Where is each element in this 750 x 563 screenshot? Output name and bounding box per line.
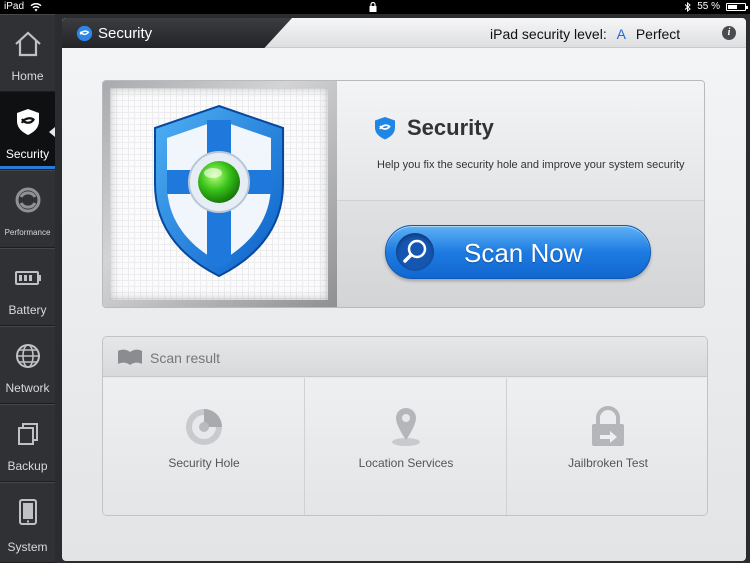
- hero-description: Help you fix the security hole and impro…: [377, 159, 685, 171]
- result-cell-location-services[interactable]: Location Services: [305, 378, 507, 515]
- shield-icon: [16, 109, 39, 135]
- security-logo-icon: [375, 117, 395, 140]
- sidebar-item-label: Battery: [8, 303, 47, 317]
- device-name: iPad: [4, 1, 25, 12]
- tab-security[interactable]: Security: [62, 18, 292, 48]
- scan-result-header: Scan result: [103, 337, 707, 377]
- sidebar-item-system[interactable]: System: [0, 482, 55, 563]
- sidebar: Home Security Performance Battery Networ…: [0, 14, 55, 563]
- scan-result-title: Scan result: [150, 350, 221, 366]
- tab-title: Security: [98, 25, 153, 42]
- status-bar: iPad 55 %: [0, 0, 750, 14]
- result-cell-security-hole[interactable]: Security Hole: [103, 378, 305, 515]
- hero-info: Security Help you fix the security hole …: [337, 81, 704, 201]
- sidebar-item-label: Home: [11, 69, 44, 83]
- security-level-label: iPad security level:: [490, 26, 607, 42]
- hero-image-frame: [103, 81, 337, 307]
- scan-now-label: Scan Now: [464, 238, 583, 268]
- scan-now-button[interactable]: Scan Now: [385, 225, 651, 279]
- book-icon: [118, 349, 142, 365]
- sidebar-item-network[interactable]: Network: [0, 326, 55, 404]
- sidebar-item-security[interactable]: Security: [0, 92, 55, 170]
- sidebar-item-label: Network: [5, 381, 50, 395]
- sidebar-item-label: Backup: [7, 459, 48, 473]
- device-icon: [18, 499, 37, 525]
- sidebar-item-backup[interactable]: Backup: [0, 404, 55, 482]
- security-status: Perfect: [635, 26, 681, 42]
- battery-percent: 55 %: [697, 1, 720, 12]
- wifi-icon: [30, 2, 42, 11]
- security-level: iPad security level: A Perfect: [490, 26, 680, 42]
- active-indicator: [0, 166, 55, 169]
- bluetooth-icon: [684, 2, 691, 12]
- home-icon: [14, 31, 41, 57]
- hero-image: [110, 88, 328, 300]
- main-area: Security iPad security level: A Perfect …: [55, 14, 750, 563]
- radar-icon: [186, 409, 222, 445]
- location-pin-icon: [392, 408, 420, 446]
- sidebar-item-label: Performance: [4, 228, 51, 237]
- security-grade: A: [616, 26, 626, 42]
- shield-illustration-icon: [154, 104, 284, 278]
- copy-icon: [17, 423, 38, 445]
- scan-area: Scan Now: [337, 201, 704, 307]
- sidebar-item-label: System: [7, 540, 48, 554]
- result-label: Security Hole: [168, 456, 240, 470]
- performance-icon: [15, 187, 40, 213]
- battery-icon: [14, 271, 41, 285]
- security-hero-card: Security Help you fix the security hole …: [102, 80, 705, 308]
- sidebar-item-performance[interactable]: Performance: [0, 170, 55, 248]
- battery-icon: [726, 3, 748, 11]
- result-label: Jailbroken Test: [568, 456, 648, 470]
- globe-icon: [15, 344, 40, 368]
- app-logo-icon: [76, 25, 93, 42]
- header-bar: Security iPad security level: A Perfect …: [62, 18, 746, 48]
- sidebar-item-label: Security: [5, 147, 50, 161]
- result-label: Location Services: [358, 456, 454, 470]
- lock-icon: [592, 406, 624, 446]
- hero-title: Security: [407, 115, 494, 140]
- sidebar-item-home[interactable]: Home: [0, 14, 55, 92]
- content-panel: Security iPad security level: A Perfect …: [62, 18, 746, 561]
- scan-result-card: Scan result Security Hole Location Servi…: [102, 336, 708, 516]
- lock-status-icon: [369, 1, 377, 12]
- sidebar-item-battery[interactable]: Battery: [0, 248, 55, 326]
- info-button[interactable]: i: [722, 26, 736, 40]
- magnifier-icon: [396, 233, 434, 271]
- result-cell-jailbroken-test[interactable]: Jailbroken Test: [507, 378, 707, 515]
